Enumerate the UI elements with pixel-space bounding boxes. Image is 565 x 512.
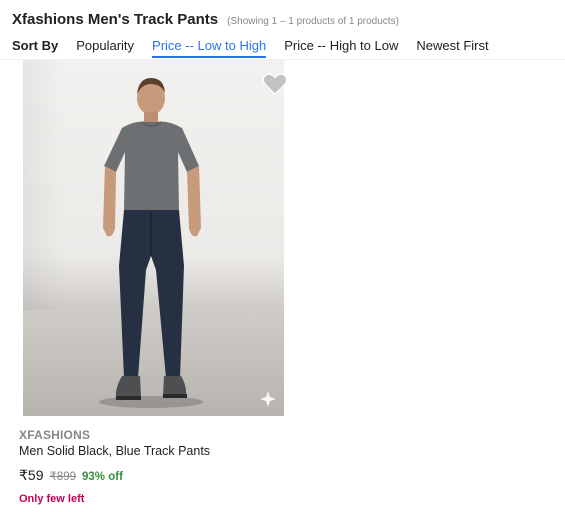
sort-option-popularity[interactable]: Popularity xyxy=(76,38,134,56)
result-count: (Showing 1 – 1 products of 1 products) xyxy=(227,16,399,27)
sparkle-icon xyxy=(260,391,276,407)
sort-bar: Sort By Popularity Price -- Low to High … xyxy=(12,38,565,60)
product-image[interactable] xyxy=(23,60,284,416)
product-discount: 93% off xyxy=(82,471,123,483)
sort-option-price-low-to-high[interactable]: Price -- Low to High xyxy=(152,38,267,58)
sort-label: Sort By xyxy=(12,38,59,53)
price-row: ₹59 ₹899 93% off xyxy=(19,467,123,484)
product-price: ₹59 xyxy=(19,467,44,483)
product-mrp: ₹899 xyxy=(49,471,76,483)
model-figure xyxy=(99,78,203,408)
sort-option-newest-first[interactable]: Newest First xyxy=(416,38,488,56)
sort-option-price-high-to-low[interactable]: Price -- High to Low xyxy=(284,38,398,56)
page-title: Xfashions Men's Track Pants xyxy=(12,11,219,28)
page-header: Xfashions Men's Track Pants (Showing 1 –… xyxy=(12,11,399,28)
stock-note: Only few left xyxy=(19,493,85,505)
heart-icon[interactable] xyxy=(262,72,288,96)
product-title[interactable]: Men Solid Black, Blue Track Pants xyxy=(19,444,210,458)
product-brand: XFASHIONS xyxy=(19,428,91,442)
